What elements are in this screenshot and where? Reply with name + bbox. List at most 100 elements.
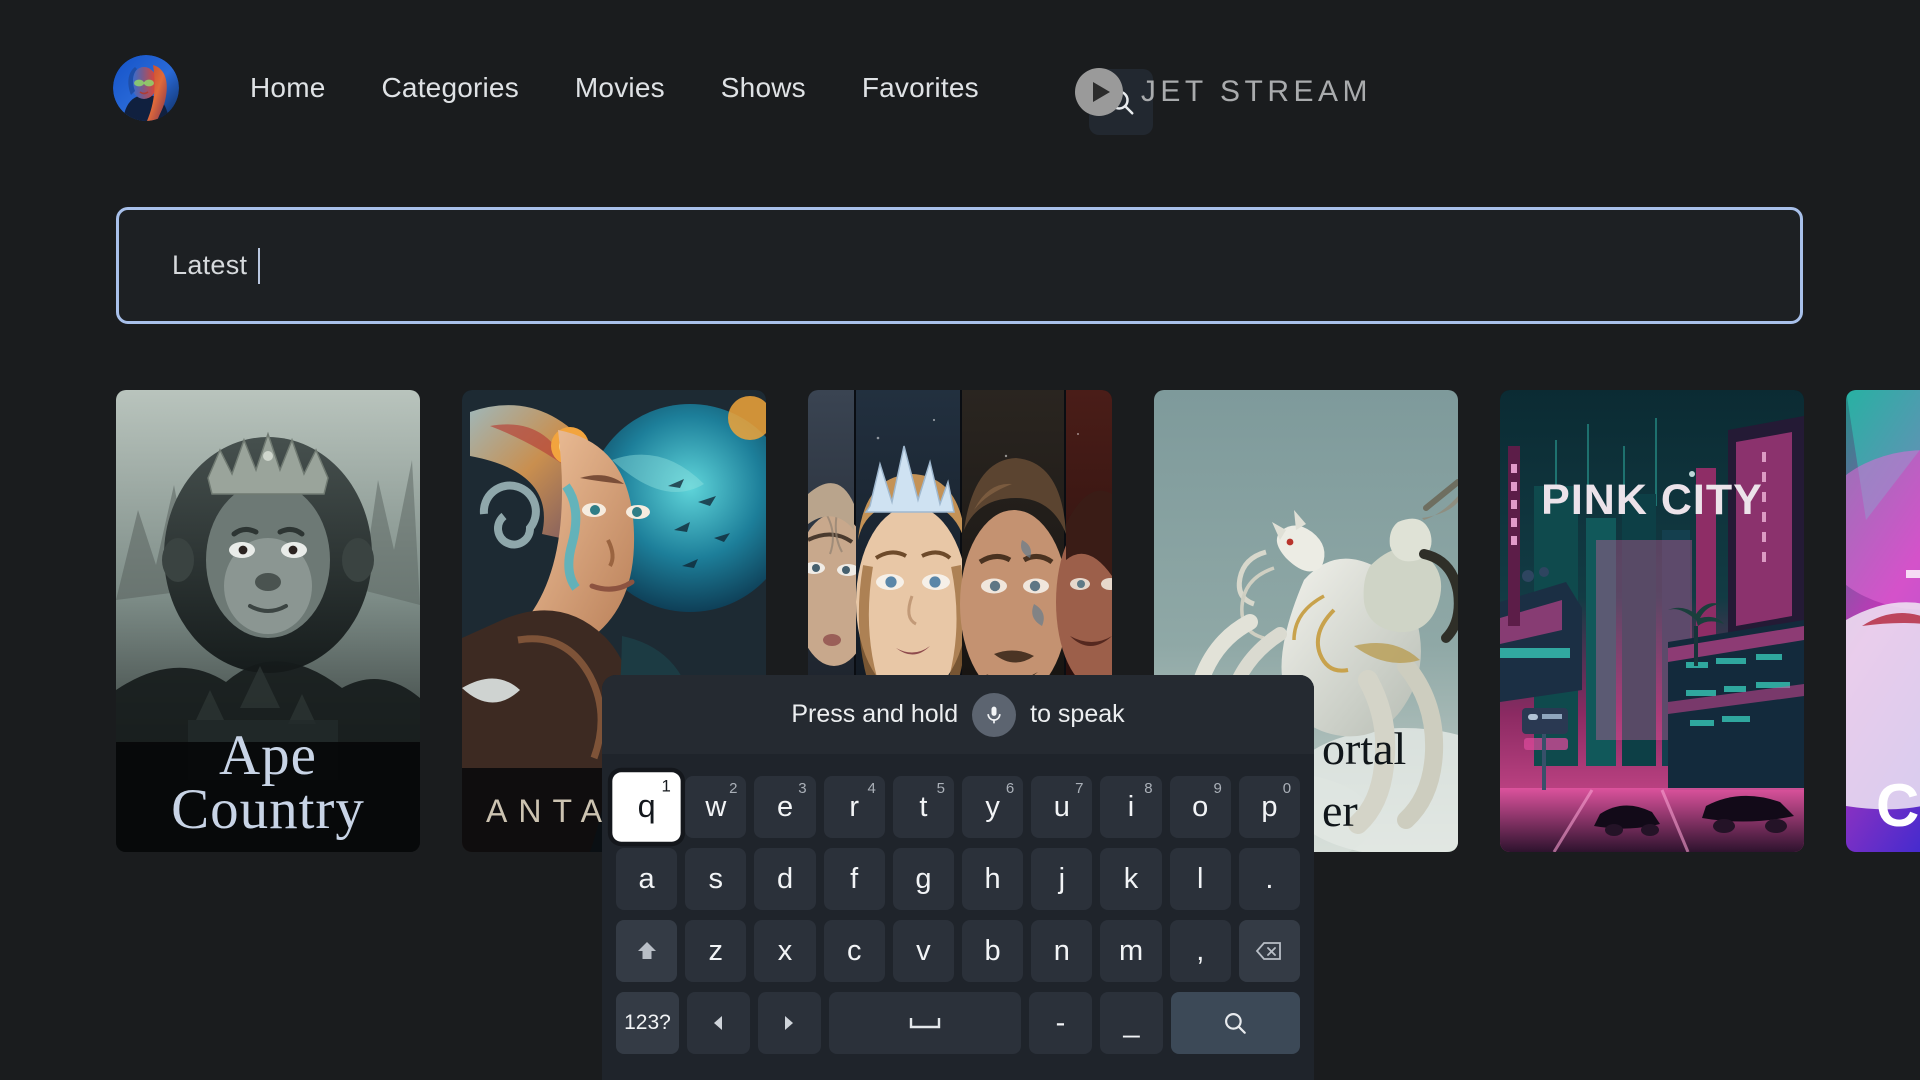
top-navigation-bar: Home Categories Movies Shows Favorites J… [0,0,1920,165]
key-t[interactable]: t 5 [892,776,955,838]
poster-art-cyberpunk-city: PINK CITY [1500,390,1804,852]
search-input-value: Latest [172,250,248,280]
key-i[interactable]: i 8 [1100,776,1162,838]
key-superscript: 5 [936,780,946,797]
key-c[interactable]: c [823,920,885,982]
space-icon [908,1015,942,1031]
key-period[interactable]: . [1238,848,1301,910]
key-shift[interactable] [616,920,678,982]
shift-icon [635,939,659,963]
key-label: h [984,862,1001,895]
nav-item-favorites[interactable]: Favorites [834,55,1007,121]
key-s[interactable]: s [685,848,747,910]
keyboard-row-3: z x c v b n m , [616,920,1301,982]
poster-card-cyber[interactable]: CY [1846,390,1920,852]
onscreen-keyboard: Press and hold to speak q 1 w 2 e 3 r 4 … [602,675,1314,1080]
nav-item-movies[interactable]: Movies [547,55,693,121]
key-label: k [1123,862,1139,895]
key-n[interactable]: n [1031,920,1093,982]
nav-item-shows[interactable]: Shows [693,55,834,121]
key-x[interactable]: x [754,920,816,982]
key-y[interactable]: y 6 [962,776,1024,838]
svg-text:Country: Country [171,778,365,841]
key-superscript: 0 [1282,780,1292,797]
key-a[interactable]: a [616,848,678,910]
key-k[interactable]: k [1100,848,1162,910]
key-backspace[interactable] [1238,920,1301,982]
key-space[interactable] [828,992,1021,1054]
key-label: j [1058,862,1066,895]
key-label: g [915,862,932,895]
svg-text:ortal: ortal [1322,723,1406,774]
key-f[interactable]: f [823,848,885,910]
key-arrow-left[interactable] [686,992,750,1054]
key-w[interactable]: w 2 [685,776,747,838]
backspace-icon [1255,939,1283,963]
nav-item-categories[interactable]: Categories [354,55,547,121]
search-input[interactable]: Latest [116,207,1803,324]
nav-item-home[interactable]: Home [245,55,354,121]
key-superscript: 7 [1075,780,1084,797]
user-avatar-icon [113,55,179,121]
key-p[interactable]: p 0 [1238,776,1301,838]
key-label: p [1261,790,1278,823]
avatar[interactable] [113,55,179,121]
key-label: . [1265,862,1274,895]
key-label: v [916,934,931,967]
key-o[interactable]: o 9 [1169,776,1231,838]
key-q[interactable]: q 1 [612,772,681,842]
key-label: , [1196,934,1205,967]
key-search-submit[interactable] [1170,992,1300,1054]
key-arrow-right[interactable] [757,992,821,1054]
key-d[interactable]: d [754,848,816,910]
voice-prompt-suffix: to speak [1030,700,1125,728]
key-label: t [919,790,928,823]
poster-art-neon-portrait: CY [1846,390,1920,852]
key-hyphen[interactable]: - [1028,992,1092,1054]
key-underscore[interactable]: _ [1099,992,1163,1054]
key-b[interactable]: b [962,920,1024,982]
key-label: x [777,934,793,967]
svg-text:CY: CY [1876,772,1920,839]
key-label: r [849,790,860,823]
key-superscript: 1 [661,776,671,796]
key-comma[interactable]: , [1169,920,1231,982]
key-superscript: 9 [1213,780,1222,797]
poster-card-pink-city[interactable]: PINK CITY [1500,390,1804,852]
key-superscript: 3 [798,780,807,797]
key-label: f [850,862,859,895]
brand-logo: JET STREAM [1074,68,1372,116]
key-superscript: 2 [729,780,738,797]
svg-text:ANTA: ANTA [486,793,613,829]
key-superscript: 8 [1144,780,1153,797]
key-label: q [637,788,656,825]
voice-prompt-prefix: Press and hold [791,700,959,728]
search-icon [1222,1010,1248,1036]
play-circle-icon [1074,68,1123,116]
key-v[interactable]: v [892,920,955,982]
keyboard-row-1: q 1 w 2 e 3 r 4 t 5 y 6 u 7 i 8 o 9 p 0 [612,772,1301,842]
key-symbols[interactable]: 123? [616,992,679,1054]
microphone-button[interactable] [972,692,1017,737]
brand-name: JET STREAM [1140,75,1372,108]
key-label: 123? [624,1011,671,1034]
key-l[interactable]: l [1169,848,1231,910]
key-label: s [708,862,724,895]
microphone-icon [987,706,1001,723]
key-h[interactable]: h [962,848,1024,910]
voice-prompt-bar: Press and hold to speak [602,675,1314,754]
key-label: n [1053,934,1070,967]
key-label: d [776,862,794,895]
key-label: e [776,790,794,823]
key-label: o [1192,790,1209,823]
poster-card-ape-country[interactable]: Ape Country [116,390,420,852]
key-r[interactable]: r 4 [823,776,885,838]
keyboard-rows: q 1 w 2 e 3 r 4 t 5 y 6 u 7 i 8 o 9 p 0 … [602,754,1314,1080]
key-m[interactable]: m [1100,920,1162,982]
key-e[interactable]: e 3 [754,776,816,838]
key-g[interactable]: g [892,848,955,910]
key-label: z [708,934,724,967]
key-u[interactable]: u 7 [1031,776,1093,838]
key-z[interactable]: z [685,920,747,982]
key-j[interactable]: j [1031,848,1093,910]
